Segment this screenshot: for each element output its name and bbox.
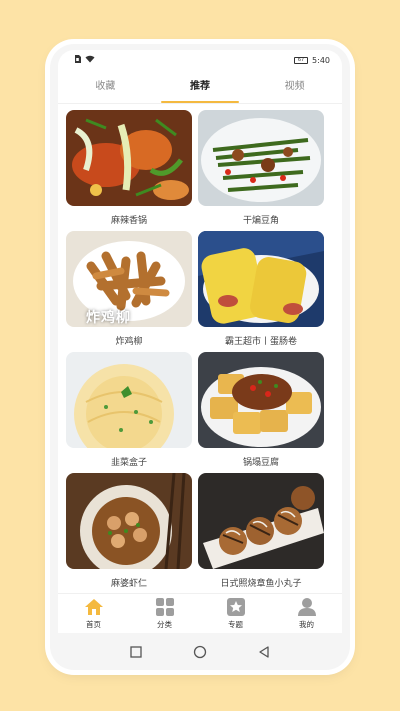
food-photo: [198, 473, 324, 569]
food-photo: [198, 352, 324, 448]
recipe-card[interactable]: 锅塌豆腐: [198, 352, 324, 473]
status-bar: 67 5:40: [58, 50, 342, 70]
recipe-title: 麻婆虾仁: [110, 579, 147, 589]
nav-topic-label: 专题: [228, 620, 243, 629]
topic-icon: [226, 597, 246, 617]
recipe-card[interactable]: 干煸豆角: [198, 110, 324, 231]
recipe-grid: 麻辣香锅 干煸豆角 炸鸡柳 炸鸡柳 霸王超市丨蛋肠卷 韭菜盒子 锅塌豆腐 麻婆虾…: [58, 104, 342, 594]
nav-category[interactable]: 分类: [129, 594, 200, 633]
tab-video[interactable]: 视频: [247, 70, 342, 103]
tab-favorites[interactable]: 收藏: [58, 70, 153, 103]
recipe-title: 麻辣香锅: [110, 216, 147, 226]
photo-overlay-text: 炸鸡柳: [86, 310, 131, 326]
food-photo: [66, 352, 192, 448]
food-photo: [66, 473, 192, 569]
food-photo: [198, 110, 324, 206]
recipe-title: 锅塌豆腐: [242, 458, 279, 468]
back-button[interactable]: [257, 645, 271, 659]
nav-topic[interactable]: 专题: [200, 594, 271, 633]
nav-profile-label: 我的: [299, 620, 314, 629]
recipe-card[interactable]: 炸鸡柳 炸鸡柳: [66, 231, 192, 352]
battery-icon: 67: [294, 56, 309, 64]
home-icon: [84, 597, 104, 617]
category-icon: [155, 597, 175, 617]
food-photo: 炸鸡柳: [66, 231, 192, 327]
recipe-title: 日式照烧章鱼小丸子: [220, 579, 302, 589]
home-button[interactable]: [193, 645, 207, 659]
recipe-card[interactable]: 霸王超市丨蛋肠卷: [198, 231, 324, 352]
tab-recommended[interactable]: 推荐: [153, 70, 248, 103]
clock: 5:40: [312, 55, 330, 65]
app-screen: 67 5:40 收藏 推荐 视频 麻辣香锅 干煸豆角 炸鸡柳 炸鸡柳 霸王超市丨…: [58, 50, 342, 630]
recipe-title: 韭菜盒子: [110, 458, 147, 468]
nav-profile[interactable]: 我的: [271, 594, 342, 633]
recipe-card[interactable]: 日式照烧章鱼小丸子: [198, 473, 324, 594]
nav-category-label: 分类: [157, 620, 172, 629]
profile-icon: [297, 597, 317, 617]
phone-frame: 67 5:40 收藏 推荐 视频 麻辣香锅 干煸豆角 炸鸡柳 炸鸡柳 霸王超市丨…: [50, 44, 350, 670]
food-photo: [198, 231, 324, 327]
top-tabs: 收藏 推荐 视频: [58, 70, 342, 104]
recents-button[interactable]: [129, 645, 143, 659]
system-navigation-bar: [50, 634, 350, 670]
recipe-card[interactable]: 麻辣香锅: [66, 110, 192, 231]
nav-home-label: 首页: [86, 620, 101, 629]
recipe-title: 霸王超市丨蛋肠卷: [224, 337, 297, 347]
recipe-card[interactable]: 麻婆虾仁: [66, 473, 192, 594]
food-photo: [66, 110, 192, 206]
sim-icon: [74, 55, 81, 65]
wifi-icon: [85, 55, 95, 65]
recipe-title: 炸鸡柳: [115, 337, 143, 347]
recipe-title: 干煸豆角: [242, 216, 279, 226]
recipe-card[interactable]: 韭菜盒子: [66, 352, 192, 473]
bottom-navigation: 首页 分类 专题 我的: [58, 593, 342, 633]
nav-home[interactable]: 首页: [58, 594, 129, 633]
